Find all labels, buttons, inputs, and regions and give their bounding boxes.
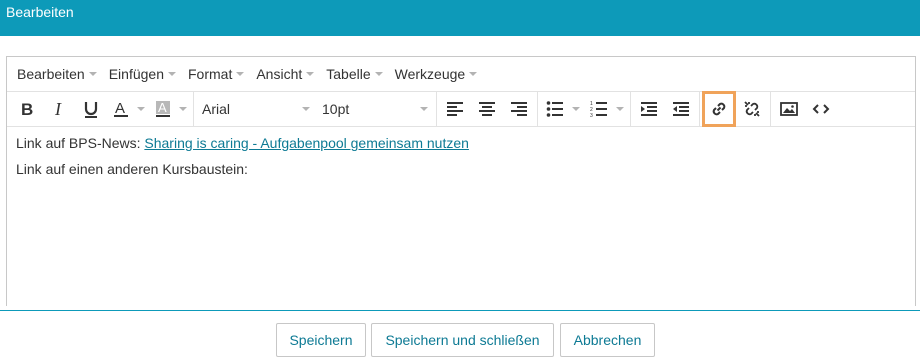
insert-group — [771, 92, 839, 127]
insert-image-button[interactable] — [773, 94, 805, 124]
menu-label: Werkzeuge — [394, 66, 466, 82]
chevron-down-icon[interactable] — [572, 107, 580, 111]
background-color-button[interactable]: A — [149, 94, 191, 124]
menu-label: Format — [188, 66, 233, 82]
source-code-button[interactable] — [805, 94, 837, 124]
menu-format[interactable]: Format — [182, 60, 250, 88]
dialog-title-bar: Bearbeiten — [0, 0, 920, 36]
menu-label: Bearbeiten — [17, 66, 85, 82]
align-group — [437, 91, 538, 127]
chevron-down-icon[interactable] — [179, 107, 187, 111]
numbered-list-icon: 123 — [590, 101, 607, 118]
svg-text:B: B — [21, 100, 33, 118]
svg-text:A: A — [158, 100, 167, 115]
chevron-down-icon — [168, 72, 176, 76]
numbered-list-button[interactable]: 123 — [584, 94, 628, 124]
outdent-icon — [673, 102, 689, 116]
font-size-value: 10pt — [322, 101, 350, 117]
text-color-main[interactable]: A — [107, 94, 135, 124]
chevron-down-icon — [306, 72, 315, 76]
font-family-select[interactable]: Arial — [196, 94, 316, 124]
bps-news-link[interactable]: Sharing is caring - Aufgabenpool gemeins… — [144, 135, 469, 151]
list-group: 123 — [538, 91, 631, 127]
background-color-main[interactable]: A — [149, 94, 177, 124]
align-right-button[interactable] — [503, 94, 535, 124]
outdent-button[interactable] — [665, 94, 697, 124]
chevron-down-icon[interactable] — [616, 107, 624, 111]
insert-link-button[interactable] — [702, 91, 736, 127]
align-left-icon — [447, 102, 463, 116]
cancel-button[interactable]: Abbrechen — [560, 323, 655, 357]
bullet-list-main[interactable] — [540, 94, 570, 124]
underline-icon — [84, 102, 98, 118]
format-group: B I A A — [9, 91, 194, 127]
content-line-1: Link auf BPS-News: Sharing is caring - A… — [16, 135, 906, 151]
link-icon — [712, 102, 726, 116]
bold-icon: B — [21, 100, 33, 118]
menu-ansicht[interactable]: Ansicht — [250, 60, 320, 88]
bold-button[interactable]: B — [11, 94, 43, 124]
menu-tabelle[interactable]: Tabelle — [320, 60, 388, 88]
indent-icon — [641, 102, 657, 116]
font-size-select[interactable]: 10pt — [316, 94, 434, 124]
chevron-down-icon — [302, 107, 310, 111]
chevron-down-icon — [236, 72, 245, 76]
svg-text:I: I — [54, 100, 62, 118]
menu-einfuegen[interactable]: Einfügen — [103, 60, 182, 88]
link-group — [700, 91, 771, 127]
line1-prefix: Link auf BPS-News: — [16, 135, 145, 151]
align-center-icon — [479, 102, 495, 116]
dialog-footer: Speichern Speichern und schließen Abbrec… — [0, 310, 920, 362]
menu-label: Ansicht — [256, 66, 303, 82]
content-line-2: Link auf einen anderen Kursbaustein: — [16, 161, 248, 177]
menu-werkzeuge[interactable]: Werkzeuge — [389, 60, 484, 88]
indent-button[interactable] — [633, 94, 665, 124]
editor-menubar: Bearbeiten Einfügen Format Ansicht Tabel… — [7, 57, 915, 92]
bullet-list-button[interactable] — [540, 94, 584, 124]
chevron-down-icon — [469, 72, 478, 76]
menu-bearbeiten[interactable]: Bearbeiten — [11, 60, 103, 88]
align-center-button[interactable] — [471, 94, 503, 124]
rich-text-editor: Bearbeiten Einfügen Format Ansicht Tabel… — [6, 56, 916, 306]
align-right-icon — [511, 102, 527, 116]
editor-content[interactable]: Link auf BPS-News: Sharing is caring - A… — [7, 127, 915, 195]
indent-group — [631, 91, 700, 127]
bullet-list-icon — [546, 101, 563, 117]
save-and-close-button[interactable]: Speichern und schließen — [371, 323, 554, 357]
source-code-icon — [812, 104, 830, 114]
align-left-button[interactable] — [439, 94, 471, 124]
svg-text:A: A — [115, 100, 125, 117]
dialog-title: Bearbeiten — [6, 4, 74, 20]
italic-icon: I — [54, 100, 62, 118]
chevron-down-icon[interactable] — [137, 107, 145, 111]
editor-toolbar: B I A A Arial 10pt 1 2 3 — [7, 91, 915, 127]
chevron-down-icon — [88, 72, 97, 76]
underline-button[interactable] — [75, 94, 107, 124]
chevron-down-icon — [420, 107, 428, 111]
font-group: Arial 10pt — [194, 91, 437, 127]
unlink-icon — [744, 101, 760, 117]
save-button[interactable]: Speichern — [276, 323, 366, 357]
text-color-button[interactable]: A — [107, 94, 149, 124]
font-family-value: Arial — [202, 101, 231, 117]
italic-button[interactable]: I — [43, 94, 75, 124]
svg-text:3: 3 — [590, 113, 593, 118]
numbered-list-main[interactable]: 123 — [584, 94, 614, 124]
chevron-down-icon — [374, 72, 383, 76]
text-color-icon: A — [114, 100, 128, 117]
menu-label: Einfügen — [108, 66, 164, 82]
menu-label: Tabelle — [326, 66, 371, 82]
remove-link-button[interactable] — [736, 94, 768, 124]
background-color-icon: A — [156, 100, 170, 117]
image-icon — [780, 102, 798, 116]
